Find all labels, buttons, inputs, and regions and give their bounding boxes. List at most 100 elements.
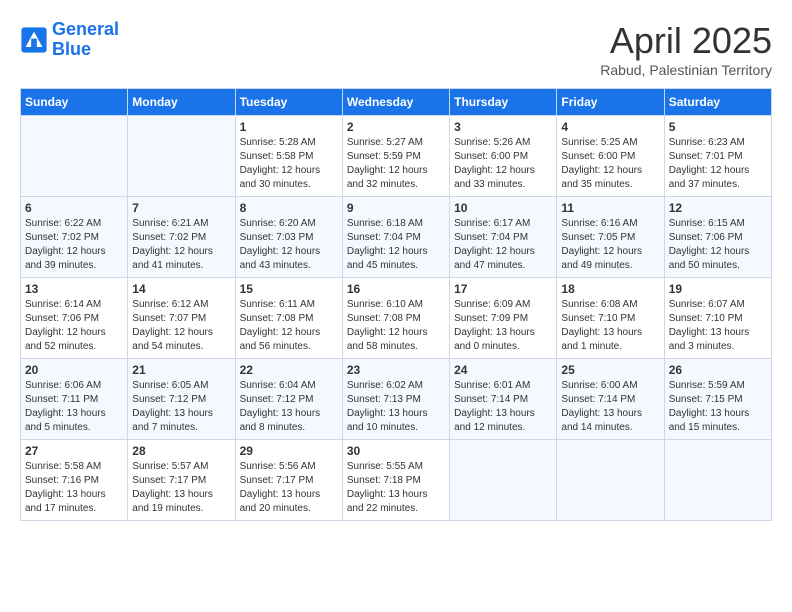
day-info: Sunrise: 6:14 AM Sunset: 7:06 PM Dayligh… bbox=[25, 298, 123, 354]
day-cell bbox=[21, 116, 128, 197]
day-number: 3 bbox=[454, 120, 552, 134]
location-subtitle: Rabud, Palestinian Territory bbox=[600, 62, 772, 78]
day-number: 28 bbox=[132, 444, 230, 458]
day-number: 29 bbox=[240, 444, 338, 458]
day-info: Sunrise: 5:56 AM Sunset: 7:17 PM Dayligh… bbox=[240, 460, 338, 516]
day-cell: 23Sunrise: 6:02 AM Sunset: 7:13 PM Dayli… bbox=[342, 359, 449, 440]
logo-line2: Blue bbox=[52, 40, 119, 60]
day-number: 12 bbox=[669, 201, 767, 215]
day-cell: 11 Sunrise: 6:16 AM Sunset: 7:05 PM Dayli… bbox=[557, 197, 664, 278]
day-info: Sunrise: 6:08 AM Sunset: 7:10 PM Dayligh… bbox=[561, 298, 659, 354]
day-info: Sunrise: 6:16 AM Sunset: 7:05 PM Dayligh… bbox=[561, 217, 659, 273]
day-number: 20 bbox=[25, 363, 123, 377]
week-row-4: 20 Sunrise: 6:06 AM Sunset: 7:11 PM Dayli… bbox=[21, 359, 772, 440]
day-info: Sunrise: 5:59 AM Sunset: 7:15 PM Dayligh… bbox=[669, 379, 767, 435]
day-number: 24 bbox=[454, 363, 552, 377]
logo-line1: General bbox=[52, 19, 119, 39]
day-info: Sunrise: 6:00 AM Sunset: 7:14 PM Dayligh… bbox=[561, 379, 659, 435]
day-info: Sunrise: 6:21 AM Sunset: 7:02 PM Dayligh… bbox=[132, 217, 230, 273]
title-block: April 2025 Rabud, Palestinian Territory bbox=[600, 20, 772, 78]
day-number: 25 bbox=[561, 363, 659, 377]
day-number: 11 bbox=[561, 201, 659, 215]
day-info: Sunrise: 6:06 AM Sunset: 7:11 PM Dayligh… bbox=[25, 379, 123, 435]
day-info: Sunrise: 6:05 AM Sunset: 7:12 PM Dayligh… bbox=[132, 379, 230, 435]
day-number: 5 bbox=[669, 120, 767, 134]
day-cell bbox=[557, 440, 664, 521]
day-info: Sunrise: 6:22 AM Sunset: 7:02 PM Dayligh… bbox=[25, 217, 123, 273]
day-number: 19 bbox=[669, 282, 767, 296]
day-number: 30 bbox=[347, 444, 445, 458]
day-cell: 18 Sunrise: 6:08 AM Sunset: 7:10 PM Dayli… bbox=[557, 278, 664, 359]
day-cell: 22 Sunrise: 6:04 AM Sunset: 7:12 PM Dayli… bbox=[235, 359, 342, 440]
day-cell: 5 Sunrise: 6:23 AM Sunset: 7:01 PM Daylig… bbox=[664, 116, 771, 197]
column-header-saturday: Saturday bbox=[664, 89, 771, 116]
logo-text: General Blue bbox=[52, 20, 119, 60]
column-header-tuesday: Tuesday bbox=[235, 89, 342, 116]
day-cell: 21Sunrise: 6:05 AM Sunset: 7:12 PM Dayli… bbox=[128, 359, 235, 440]
day-info: Sunrise: 6:23 AM Sunset: 7:01 PM Dayligh… bbox=[669, 136, 767, 192]
day-info: Sunrise: 6:15 AM Sunset: 7:06 PM Dayligh… bbox=[669, 217, 767, 273]
day-info: Sunrise: 6:07 AM Sunset: 7:10 PM Dayligh… bbox=[669, 298, 767, 354]
day-info: Sunrise: 5:57 AM Sunset: 7:17 PM Dayligh… bbox=[132, 460, 230, 516]
week-row-1: 1 Sunrise: 5:28 AM Sunset: 5:58 PM Daylig… bbox=[21, 116, 772, 197]
day-number: 18 bbox=[561, 282, 659, 296]
week-row-2: 6 Sunrise: 6:22 AM Sunset: 7:02 PM Daylig… bbox=[21, 197, 772, 278]
day-cell: 3 Sunrise: 5:26 AM Sunset: 6:00 PM Daylig… bbox=[450, 116, 557, 197]
day-cell: 15 Sunrise: 6:11 AM Sunset: 7:08 PM Dayli… bbox=[235, 278, 342, 359]
day-cell: 2Sunrise: 5:27 AM Sunset: 5:59 PM Daylig… bbox=[342, 116, 449, 197]
day-cell: 20 Sunrise: 6:06 AM Sunset: 7:11 PM Dayli… bbox=[21, 359, 128, 440]
logo-icon bbox=[20, 26, 48, 54]
day-info: Sunrise: 6:01 AM Sunset: 7:14 PM Dayligh… bbox=[454, 379, 552, 435]
logo: General Blue bbox=[20, 20, 119, 60]
day-number: 26 bbox=[669, 363, 767, 377]
day-info: Sunrise: 6:20 AM Sunset: 7:03 PM Dayligh… bbox=[240, 217, 338, 273]
day-cell: 6 Sunrise: 6:22 AM Sunset: 7:02 PM Daylig… bbox=[21, 197, 128, 278]
day-info: Sunrise: 5:28 AM Sunset: 5:58 PM Dayligh… bbox=[240, 136, 338, 192]
day-info: Sunrise: 6:12 AM Sunset: 7:07 PM Dayligh… bbox=[132, 298, 230, 354]
day-number: 13 bbox=[25, 282, 123, 296]
day-cell: 1 Sunrise: 5:28 AM Sunset: 5:58 PM Daylig… bbox=[235, 116, 342, 197]
week-row-5: 27Sunrise: 5:58 AM Sunset: 7:16 PM Dayli… bbox=[21, 440, 772, 521]
day-cell bbox=[450, 440, 557, 521]
day-cell: 9 Sunrise: 6:18 AM Sunset: 7:04 PM Daylig… bbox=[342, 197, 449, 278]
day-cell: 29 Sunrise: 5:56 AM Sunset: 7:17 PM Dayli… bbox=[235, 440, 342, 521]
day-number: 22 bbox=[240, 363, 338, 377]
day-number: 4 bbox=[561, 120, 659, 134]
column-header-wednesday: Wednesday bbox=[342, 89, 449, 116]
day-cell: 13 Sunrise: 6:14 AM Sunset: 7:06 PM Dayli… bbox=[21, 278, 128, 359]
day-cell: 17Sunrise: 6:09 AM Sunset: 7:09 PM Dayli… bbox=[450, 278, 557, 359]
day-number: 17 bbox=[454, 282, 552, 296]
day-cell: 4 Sunrise: 5:25 AM Sunset: 6:00 PM Daylig… bbox=[557, 116, 664, 197]
day-cell bbox=[664, 440, 771, 521]
day-info: Sunrise: 5:27 AM Sunset: 5:59 PM Dayligh… bbox=[347, 136, 445, 192]
day-number: 23 bbox=[347, 363, 445, 377]
page-header: General Blue April 2025 Rabud, Palestini… bbox=[20, 20, 772, 78]
day-cell: 12 Sunrise: 6:15 AM Sunset: 7:06 PM Dayli… bbox=[664, 197, 771, 278]
day-number: 14 bbox=[132, 282, 230, 296]
day-number: 9 bbox=[347, 201, 445, 215]
column-header-sunday: Sunday bbox=[21, 89, 128, 116]
day-cell: 19 Sunrise: 6:07 AM Sunset: 7:10 PM Dayli… bbox=[664, 278, 771, 359]
day-number: 6 bbox=[25, 201, 123, 215]
header-row: SundayMondayTuesdayWednesdayThursdayFrid… bbox=[21, 89, 772, 116]
day-info: Sunrise: 5:26 AM Sunset: 6:00 PM Dayligh… bbox=[454, 136, 552, 192]
day-info: Sunrise: 6:11 AM Sunset: 7:08 PM Dayligh… bbox=[240, 298, 338, 354]
day-cell: 8Sunrise: 6:20 AM Sunset: 7:03 PM Daylig… bbox=[235, 197, 342, 278]
calendar-table: SundayMondayTuesdayWednesdayThursdayFrid… bbox=[20, 88, 772, 521]
column-header-thursday: Thursday bbox=[450, 89, 557, 116]
day-info: Sunrise: 6:18 AM Sunset: 7:04 PM Dayligh… bbox=[347, 217, 445, 273]
day-info: Sunrise: 5:25 AM Sunset: 6:00 PM Dayligh… bbox=[561, 136, 659, 192]
day-number: 10 bbox=[454, 201, 552, 215]
day-cell bbox=[128, 116, 235, 197]
day-info: Sunrise: 5:55 AM Sunset: 7:18 PM Dayligh… bbox=[347, 460, 445, 516]
day-number: 1 bbox=[240, 120, 338, 134]
day-number: 15 bbox=[240, 282, 338, 296]
day-info: Sunrise: 5:58 AM Sunset: 7:16 PM Dayligh… bbox=[25, 460, 123, 516]
day-cell: 10Sunrise: 6:17 AM Sunset: 7:04 PM Dayli… bbox=[450, 197, 557, 278]
column-header-monday: Monday bbox=[128, 89, 235, 116]
day-info: Sunrise: 6:04 AM Sunset: 7:12 PM Dayligh… bbox=[240, 379, 338, 435]
day-cell: 28 Sunrise: 5:57 AM Sunset: 7:17 PM Dayli… bbox=[128, 440, 235, 521]
day-cell: 7Sunrise: 6:21 AM Sunset: 7:02 PM Daylig… bbox=[128, 197, 235, 278]
day-info: Sunrise: 6:10 AM Sunset: 7:08 PM Dayligh… bbox=[347, 298, 445, 354]
day-cell: 30 Sunrise: 5:55 AM Sunset: 7:18 PM Dayli… bbox=[342, 440, 449, 521]
